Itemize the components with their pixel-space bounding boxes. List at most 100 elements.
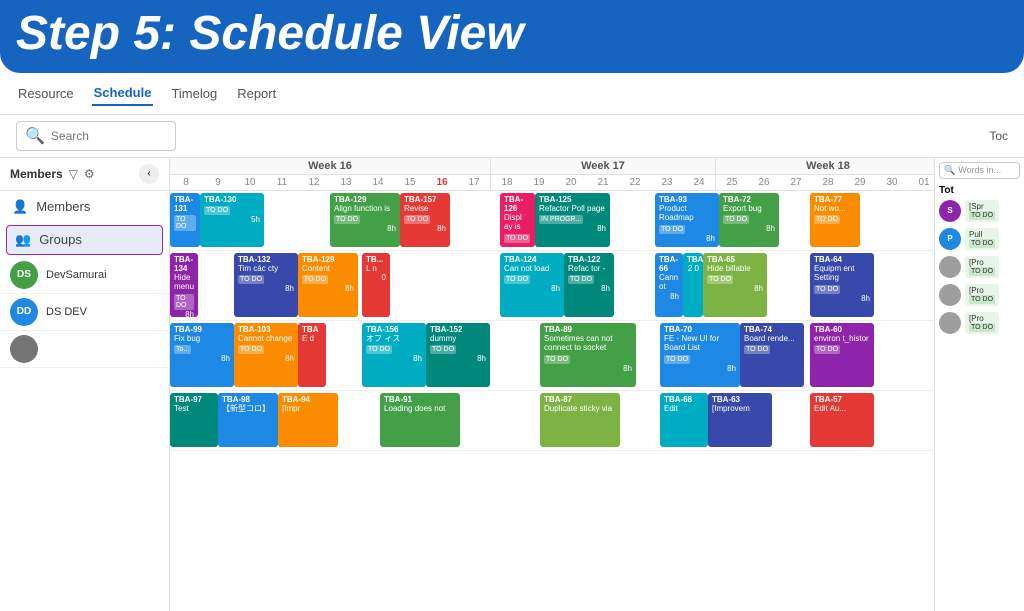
task-TBA-89[interactable]: TBA-89 Sometimes can not connect to sock… xyxy=(540,323,636,387)
task-TBA-103[interactable]: TBA-103 Cannot change TO DO 8h xyxy=(234,323,298,387)
task-TBA-94[interactable]: TBA-94 [Impr xyxy=(278,393,338,447)
task-TBA-129b[interactable]: TBA-129 Content TO DO 8h xyxy=(298,253,358,317)
task-TBA-124[interactable]: TBA-124 Can not load TO DO 8h xyxy=(500,253,564,317)
tab-timelog[interactable]: Timelog xyxy=(169,82,219,105)
calendar-row-devsamurai: TBA-134 Hide menu TO DO 8h TBA-132 Tim c… xyxy=(170,251,934,321)
right-card-status-3: TO DO xyxy=(969,295,995,304)
calendar-area[interactable]: Week 16 8 9 10 11 12 13 14 15 16 17 Week… xyxy=(170,158,934,611)
task-TBA-152[interactable]: TBA-152 dummy TO DO 8h xyxy=(426,323,490,387)
day-24: 24 xyxy=(683,175,715,190)
member-label-devsamurai: DevSamurai xyxy=(46,269,107,281)
task-TBA-129[interactable]: TBA-129 Align function is TO DO 8h xyxy=(330,193,400,247)
right-card-label-4: [Pro xyxy=(969,314,995,323)
task-TBA-97[interactable]: TBA-97 Test xyxy=(170,393,218,447)
right-card-2[interactable]: [Pro TO DO xyxy=(965,256,999,278)
task-TBA-60[interactable]: TBA-60 environ t_histor TO DO xyxy=(810,323,874,387)
page-title: Step 5: Schedule View xyxy=(16,8,1008,61)
day-25: 25 xyxy=(716,175,748,190)
day-30: 30 xyxy=(876,175,908,190)
week-18-days: 25 26 27 28 29 30 01 xyxy=(716,175,934,190)
members-icon: 👤 xyxy=(12,199,28,215)
calendar-header: Week 16 8 9 10 11 12 13 14 15 16 17 Week… xyxy=(170,158,934,191)
member-row-devsamurai: DS DevSamurai xyxy=(0,257,169,294)
sidebar-item-groups[interactable]: 👥 Groups xyxy=(6,225,163,255)
toc-button[interactable]: Toc xyxy=(989,129,1008,143)
task-TBA-156[interactable]: TBA-156 オフ ィス TO DO 8h xyxy=(362,323,426,387)
day-14: 14 xyxy=(362,175,394,190)
right-card-status-1: TO DO xyxy=(969,239,995,248)
day-29: 29 xyxy=(844,175,876,190)
right-card-label-1: Pull xyxy=(969,230,995,239)
task-TBA-131[interactable]: TBA-131 TO DO xyxy=(170,193,200,247)
tab-resource[interactable]: Resource xyxy=(16,82,76,105)
task-TBA-130[interactable]: TBA-130 TO DO 5h xyxy=(200,193,264,247)
task-TBA-87[interactable]: TBA-87 Duplicate sticky via xyxy=(540,393,620,447)
settings-icon[interactable]: ⚙ xyxy=(84,167,95,181)
day-28: 28 xyxy=(812,175,844,190)
task-TBA-122[interactable]: TBA-122 Refac tor - TO DO 8h xyxy=(564,253,614,317)
week-16-days: 8 9 10 11 12 13 14 15 16 17 xyxy=(170,175,490,190)
calendar-row-dsdev: TBA-99 Fix bug To... 8h TBA-103 Cannot c… xyxy=(170,321,934,391)
task-TBA-132[interactable]: TBA-132 Tim các cty TO DO 8h xyxy=(234,253,298,317)
day-17: 17 xyxy=(458,175,490,190)
right-card-label-2: [Pro xyxy=(969,258,995,267)
filter-icon[interactable]: ▽ xyxy=(69,167,78,181)
day-9: 9 xyxy=(202,175,234,190)
search-box[interactable]: 🔍 xyxy=(16,121,176,151)
avatar-dsdev: DD xyxy=(10,298,38,326)
collapse-button[interactable]: ‹ xyxy=(139,164,159,184)
day-18: 18 xyxy=(491,175,523,190)
day-19: 19 xyxy=(523,175,555,190)
right-panel-title: Tot xyxy=(939,185,1020,196)
right-panel-item-2: [Pro TO DO xyxy=(939,256,1020,278)
task-TBA-65[interactable]: TBA-65 Hide billable TO DO 8h xyxy=(703,253,767,317)
right-panel-search[interactable]: 🔍 Words in... xyxy=(939,162,1020,179)
day-22: 22 xyxy=(619,175,651,190)
task-TBA-74[interactable]: TBA-74 Board rende... TO DO xyxy=(740,323,804,387)
sidebar-title: Members xyxy=(10,167,63,181)
task-TBA-66[interactable]: TBA-66 Cann ot 8h xyxy=(655,253,683,317)
left-sidebar: Members ▽ ⚙ ‹ 👤 Members 👥 Groups DS DevS… xyxy=(0,158,170,611)
task-TBA-tb[interactable]: TBA E d xyxy=(298,323,326,387)
right-card-3[interactable]: [Pro TO DO xyxy=(965,284,999,306)
right-card-4[interactable]: [Pro TO DO xyxy=(965,312,999,334)
day-13: 13 xyxy=(330,175,362,190)
task-TBA-64[interactable]: TBA-64 Equipm ent Setting TO DO 8h xyxy=(810,253,874,317)
right-card-1[interactable]: Pull TO DO xyxy=(965,228,999,250)
task-TBA-91[interactable]: TBA-91 Loading does not xyxy=(380,393,460,447)
day-21: 21 xyxy=(587,175,619,190)
sidebar-item-members[interactable]: 👤 Members xyxy=(0,191,169,223)
week-18-group: Week 18 25 26 27 28 29 30 01 xyxy=(716,158,934,190)
task-TBA-99[interactable]: TBA-99 Fix bug To... 8h xyxy=(170,323,234,387)
day-23: 23 xyxy=(651,175,683,190)
header: Step 5: Schedule View xyxy=(0,0,1024,73)
member-label-dsdev: DS DEV xyxy=(46,306,87,318)
right-panel-item-1: P Pull TO DO xyxy=(939,228,1020,250)
task-TBA-134[interactable]: TBA-134 Hide menu TO DO 8h xyxy=(170,253,198,317)
day-20: 20 xyxy=(555,175,587,190)
task-TBA-126[interactable]: TBA-126 Displ ay is TO DO xyxy=(500,193,535,247)
task-TBA-sm[interactable]: TB... L n 0 xyxy=(362,253,390,317)
task-TBA-125[interactable]: TBA-125 Refactor Poll page IN PROGR... 8… xyxy=(535,193,610,247)
day-26: 26 xyxy=(748,175,780,190)
task-TBA-77[interactable]: TBA-77 Not wo... TO DO xyxy=(810,193,860,247)
tab-schedule[interactable]: Schedule xyxy=(92,81,154,106)
task-TBA-93[interactable]: TBA-93 Product Roadmap TO DO 8h xyxy=(655,193,719,247)
tab-report[interactable]: Report xyxy=(235,82,278,105)
day-27: 27 xyxy=(780,175,812,190)
week-17-group: Week 17 18 19 20 21 22 23 24 xyxy=(491,158,716,190)
task-TBA-98[interactable]: TBA-98 【新型コロ】 xyxy=(218,393,278,447)
task-TBA-70[interactable]: TBA-70 FE - New UI for Board List TO DO … xyxy=(660,323,740,387)
task-TBA-157[interactable]: TBA-157 Revise TO DO 8h xyxy=(400,193,450,247)
task-TBA-68[interactable]: TBA-68 Edit xyxy=(660,393,708,447)
task-TBA-sm2[interactable]: TBA 2 0 xyxy=(683,253,703,317)
right-avatar-3 xyxy=(939,284,961,306)
right-panel: 🔍 Words in... Tot S [Spr TO DO P Pull TO… xyxy=(934,158,1024,611)
search-input[interactable] xyxy=(51,129,171,143)
right-card-0[interactable]: [Spr TO DO xyxy=(965,200,999,222)
task-TBA-63[interactable]: TBA-63 [Improvem xyxy=(708,393,772,447)
avatar-user3 xyxy=(10,335,38,363)
task-TBA-72[interactable]: TBA-72 Export bug TO DO 8h xyxy=(719,193,779,247)
task-TBA-57[interactable]: TBA-57 Edit Au... xyxy=(810,393,874,447)
day-8: 8 xyxy=(170,175,202,190)
